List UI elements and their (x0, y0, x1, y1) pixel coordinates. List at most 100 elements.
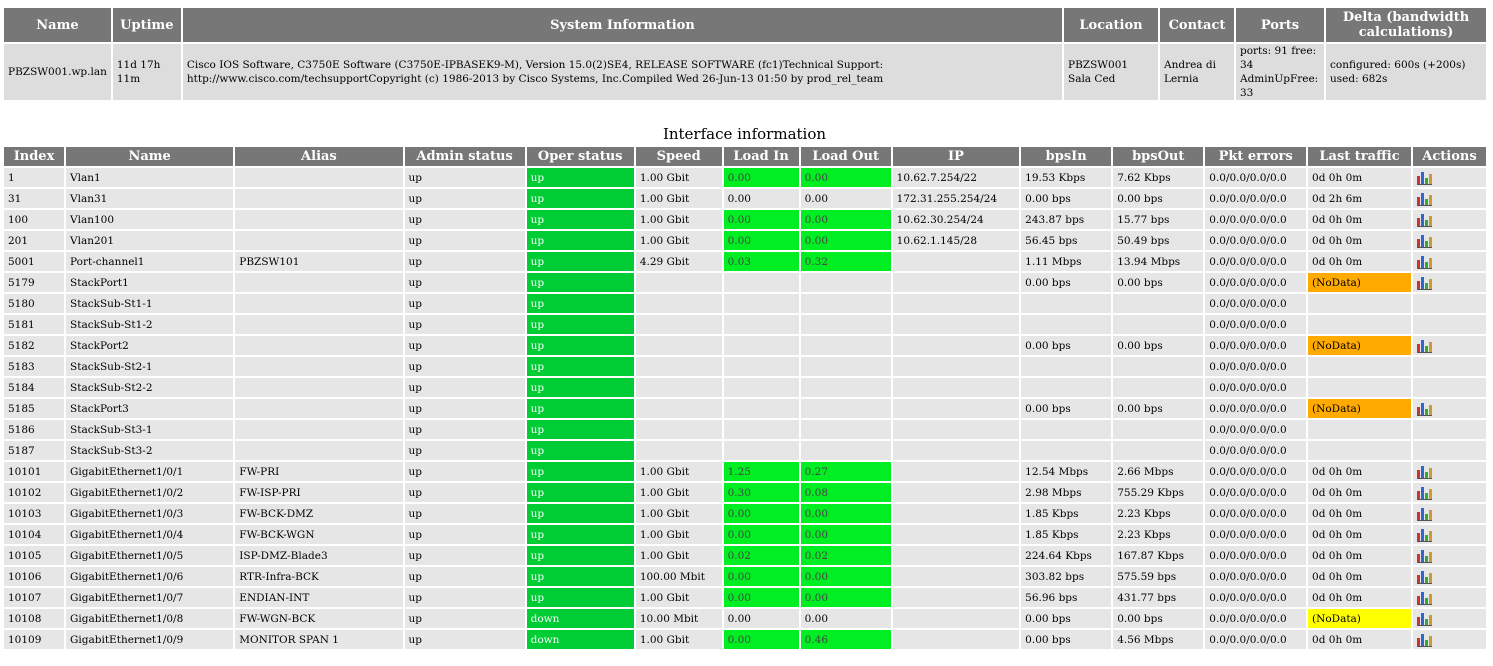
bar-chart-icon[interactable] (1416, 276, 1432, 290)
cell-last-traffic: 0d 0h 0m (1308, 546, 1411, 565)
cell-admin-status: up (404, 315, 525, 334)
bar-chart-icon[interactable] (1416, 339, 1432, 353)
cell-actions (1412, 525, 1486, 544)
cell-admin-status: up (404, 378, 525, 397)
cell-load-in: 0.00 (723, 525, 799, 544)
cell-speed: 1.00 Gbit (635, 462, 722, 481)
cell-ip: 10.62.7.254/22 (892, 168, 1020, 187)
bar-chart-icon[interactable] (1416, 612, 1432, 626)
bar-chart-icon[interactable] (1416, 213, 1432, 227)
cell-alias (235, 357, 403, 376)
cell-bps-out: 0.00 bps (1113, 336, 1204, 355)
bar-chart-icon[interactable] (1416, 507, 1432, 521)
cell-bps-out: 15.77 bps (1113, 210, 1204, 229)
cell-index: 10108 (4, 609, 65, 628)
bar-chart-icon[interactable] (1416, 255, 1432, 269)
cell-oper-status: up (526, 525, 634, 544)
cell-name: StackSub-St3-1 (66, 420, 234, 439)
cell-speed: 1.00 Gbit (635, 210, 722, 229)
cell-admin-status: up (404, 189, 525, 208)
cell-load-out: 0.27 (800, 462, 891, 481)
bar-chart-icon[interactable] (1416, 528, 1432, 542)
cell-last-traffic (1308, 357, 1411, 376)
cell-bps-in (1021, 420, 1112, 439)
cell-oper-status: up (526, 483, 634, 502)
cell-actions (1412, 399, 1486, 418)
interface-row: 5183 StackSub-St2-1 up up 0.0/0.0/0.0/0.0 (4, 357, 1486, 376)
cell-last-traffic: (NoData) (1308, 399, 1411, 418)
cell-speed (635, 273, 722, 292)
bar-chart-icon[interactable] (1416, 192, 1432, 206)
cell-name: GigabitEthernet1/0/9 (66, 630, 234, 649)
interface-header-row: Index Name Alias Admin status Oper statu… (4, 147, 1486, 166)
cell-pkt-errors: 0.0/0.0/0.0/0.0 (1205, 378, 1307, 397)
cell-admin-status: up (404, 483, 525, 502)
cell-last-traffic: 0d 0h 0m (1308, 567, 1411, 586)
cell-bps-in: 224.64 Kbps (1021, 546, 1112, 565)
cell-admin-status: up (404, 231, 525, 250)
cell-ip (892, 441, 1020, 460)
cell-admin-status: up (404, 525, 525, 544)
system-delta: configured: 600s (+200s) used: 682s (1326, 44, 1486, 100)
interface-row: 100 Vlan100 up up 1.00 Gbit 0.00 0.00 10.62.30.… (4, 210, 1486, 229)
cell-alias: FW-WGN-BCK (235, 609, 403, 628)
cell-load-out: 0.00 (800, 525, 891, 544)
cell-pkt-errors: 0.0/0.0/0.0/0.0 (1205, 483, 1307, 502)
cell-speed (635, 294, 722, 313)
interface-row: 10105 GigabitEthernet1/0/5 ISP-DMZ-Blade3 u… (4, 546, 1486, 565)
cell-name: StackSub-St2-2 (66, 378, 234, 397)
cell-actions (1412, 420, 1486, 439)
cell-ip (892, 336, 1020, 355)
cell-pkt-errors: 0.0/0.0/0.0/0.0 (1205, 168, 1307, 187)
header-bps-in: bpsIn (1021, 147, 1112, 166)
cell-admin-status: up (404, 588, 525, 607)
cell-oper-status: up (526, 546, 634, 565)
cell-name: StackSub-St1-2 (66, 315, 234, 334)
cell-oper-status: up (526, 294, 634, 313)
bar-chart-icon[interactable] (1416, 402, 1432, 416)
cell-speed (635, 378, 722, 397)
header-alias: Alias (235, 147, 403, 166)
bar-chart-icon[interactable] (1416, 234, 1432, 248)
header-load-out: Load Out (800, 147, 891, 166)
cell-ip (892, 504, 1020, 523)
cell-bps-in (1021, 315, 1112, 334)
cell-bps-out: 4.56 Mbps (1113, 630, 1204, 649)
cell-index: 5001 (4, 252, 65, 271)
cell-oper-status: up (526, 231, 634, 250)
bar-chart-icon[interactable] (1416, 570, 1432, 584)
cell-bps-in: 243.87 bps (1021, 210, 1112, 229)
cell-bps-in: 56.96 bps (1021, 588, 1112, 607)
cell-actions (1412, 315, 1486, 334)
bar-chart-icon[interactable] (1416, 591, 1432, 605)
cell-pkt-errors: 0.0/0.0/0.0/0.0 (1205, 441, 1307, 460)
cell-load-in: 0.00 (723, 231, 799, 250)
cell-bps-out: 167.87 Kbps (1113, 546, 1204, 565)
bar-chart-icon[interactable] (1416, 465, 1432, 479)
header-load-in: Load In (723, 147, 799, 166)
system-header-ports: Ports (1236, 8, 1324, 42)
bar-chart-icon[interactable] (1416, 486, 1432, 500)
system-information: Cisco IOS Software, C3750E Software (C37… (182, 44, 1062, 100)
cell-alias (235, 210, 403, 229)
cell-ip: 10.62.1.145/28 (892, 231, 1020, 250)
cell-ip (892, 252, 1020, 271)
cell-index: 5184 (4, 378, 65, 397)
cell-last-traffic: 0d 0h 0m (1308, 483, 1411, 502)
cell-load-out (800, 399, 891, 418)
cell-speed: 1.00 Gbit (635, 546, 722, 565)
cell-pkt-errors: 0.0/0.0/0.0/0.0 (1205, 189, 1307, 208)
cell-load-in: 0.00 (723, 504, 799, 523)
cell-admin-status: up (404, 462, 525, 481)
cell-name: StackPort1 (66, 273, 234, 292)
interface-row: 5187 StackSub-St3-2 up up 0.0/0.0/0.0/0.0 (4, 441, 1486, 460)
cell-pkt-errors: 0.0/0.0/0.0/0.0 (1205, 273, 1307, 292)
cell-index: 100 (4, 210, 65, 229)
cell-load-in: 0.03 (723, 252, 799, 271)
bar-chart-icon[interactable] (1416, 633, 1432, 647)
interface-row: 10109 GigabitEthernet1/0/9 MONITOR SPAN 1u… (4, 630, 1486, 649)
bar-chart-icon[interactable] (1416, 171, 1432, 185)
cell-ip (892, 630, 1020, 649)
cell-load-in: 0.02 (723, 546, 799, 565)
bar-chart-icon[interactable] (1416, 549, 1432, 563)
